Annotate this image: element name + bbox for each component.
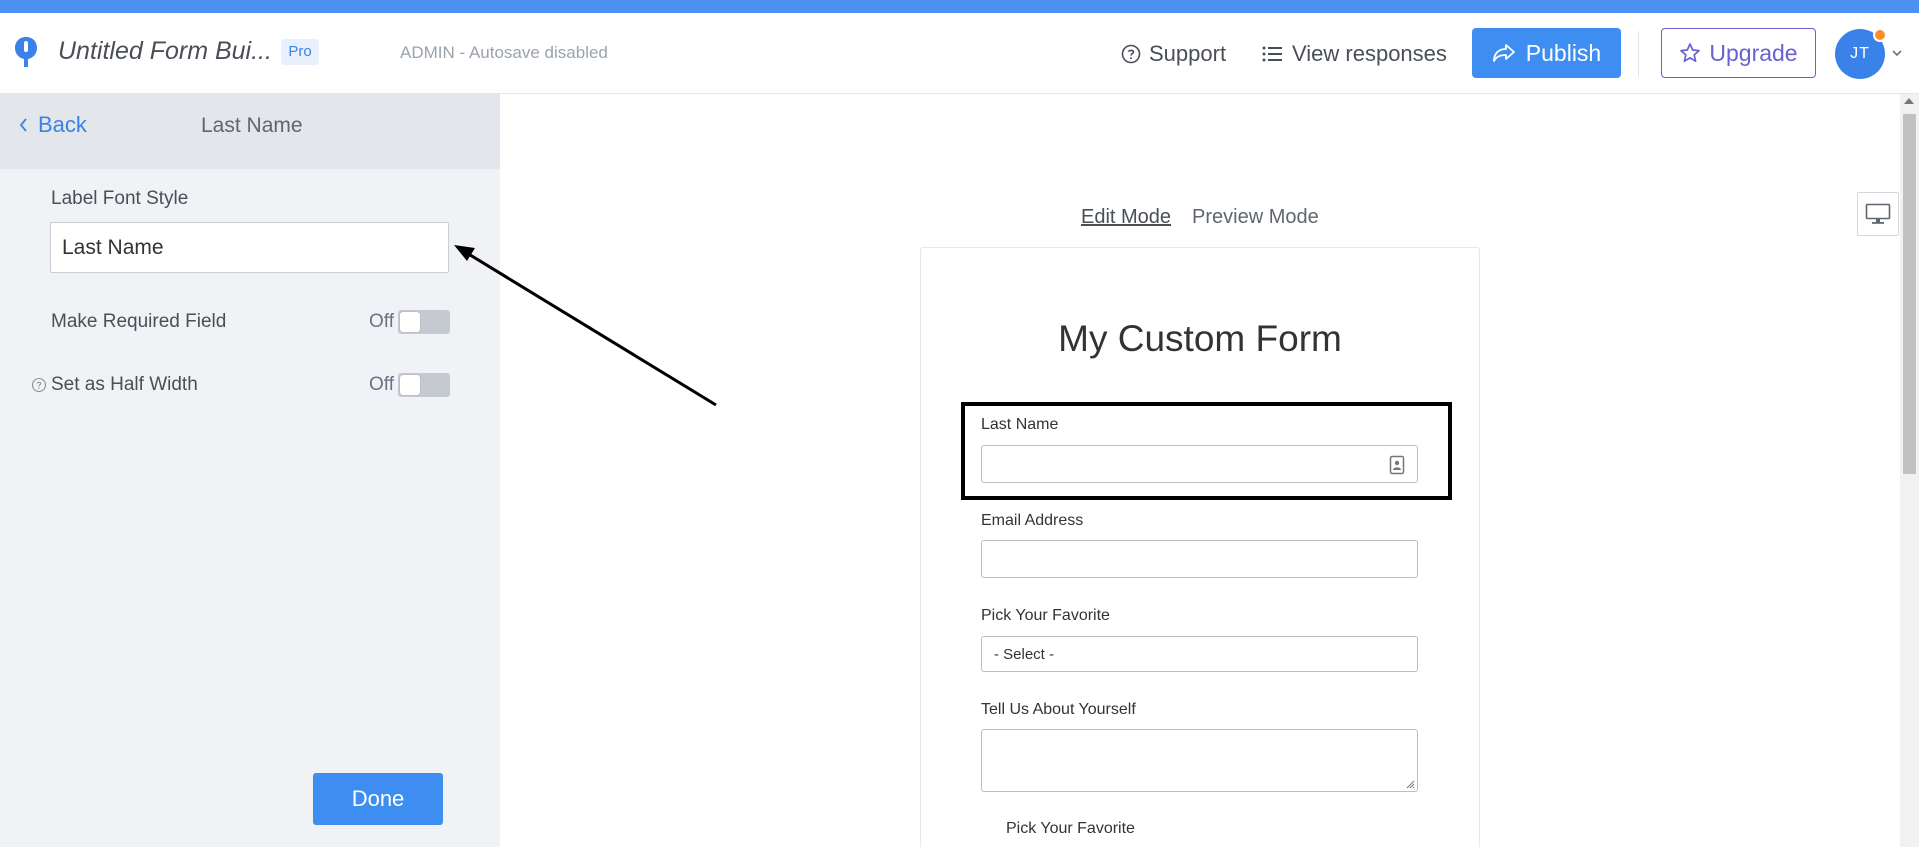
pro-badge: Pro <box>281 39 319 65</box>
required-field-label: Make Required Field <box>51 311 227 332</box>
panel-title: Last Name <box>201 114 303 137</box>
label-font-style-title: Label Font Style <box>51 188 189 209</box>
email-input[interactable] <box>981 540 1418 578</box>
publish-label: Publish <box>1525 39 1602 66</box>
app-logo-icon[interactable] <box>13 35 39 69</box>
form-heading[interactable]: My Custom Form <box>920 318 1480 360</box>
favorite-select[interactable]: - Select - <box>981 636 1418 672</box>
list-icon <box>1262 46 1282 62</box>
view-responses-label: View responses <box>1292 41 1447 66</box>
about-yourself-textarea[interactable] <box>981 729 1418 792</box>
field-label-pick-favorite[interactable]: Pick Your Favorite <box>981 607 1110 625</box>
field-label-input[interactable] <box>50 222 449 273</box>
autosave-status: ADMIN - Autosave disabled <box>400 43 608 62</box>
required-field-state: Off <box>369 311 394 332</box>
annotation-arrow-icon <box>454 245 717 407</box>
back-button[interactable]: Back <box>18 112 87 138</box>
desktop-preview-button[interactable] <box>1857 192 1899 236</box>
annotation-highlight-box <box>961 402 1452 500</box>
half-width-label: Set as Half Width <box>51 374 198 395</box>
support-link[interactable]: Support <box>1121 40 1226 68</box>
share-icon <box>1492 44 1515 62</box>
help-circle-icon[interactable] <box>31 377 47 393</box>
field-label-about-yourself[interactable]: Tell Us About Yourself <box>981 701 1136 719</box>
app-root: Untitled Form Bui... Pro ADMIN - Autosav… <box>0 0 1919 847</box>
top-accent-stripe <box>0 0 1919 13</box>
panel-header: Back Last Name <box>0 94 500 169</box>
notification-dot <box>1873 28 1887 42</box>
toggle-knob <box>400 312 420 332</box>
view-responses-link[interactable]: View responses <box>1262 40 1447 68</box>
canvas-scrollbar[interactable] <box>1900 94 1919 847</box>
support-label: Support <box>1149 41 1227 66</box>
app-header: Untitled Form Bui... Pro ADMIN - Autosav… <box>0 13 1919 94</box>
required-field-row: Make Required Field Off <box>0 307 500 337</box>
toggle-knob <box>400 375 420 395</box>
header-divider <box>1638 31 1639 77</box>
upgrade-label: Upgrade <box>1709 39 1798 66</box>
publish-button[interactable]: Publish <box>1472 28 1621 78</box>
preview-mode-tab[interactable]: Preview Mode <box>1192 206 1319 229</box>
scroll-up-arrow-icon[interactable] <box>1904 98 1914 104</box>
field-settings-panel: Back Last Name Label Font Style Make Req… <box>0 94 500 847</box>
help-circle-icon <box>1121 44 1141 64</box>
chevron-down-icon[interactable] <box>1890 46 1904 60</box>
half-width-state: Off <box>369 374 394 395</box>
field-label-pick-favorite-radio[interactable]: Pick Your Favorite <box>1006 820 1135 838</box>
back-label: Back <box>38 112 87 137</box>
edit-mode-tab[interactable]: Edit Mode <box>1081 206 1171 229</box>
scroll-thumb[interactable] <box>1903 114 1916 474</box>
done-button[interactable]: Done <box>313 773 443 825</box>
resize-grip-icon[interactable] <box>1405 779 1415 789</box>
field-label-email[interactable]: Email Address <box>981 512 1083 530</box>
form-title[interactable]: Untitled Form Bui... <box>58 37 272 66</box>
half-width-row: Set as Half Width Off <box>0 370 500 400</box>
star-icon <box>1680 43 1701 63</box>
chevron-left-icon <box>19 118 27 132</box>
upgrade-button[interactable]: Upgrade <box>1661 28 1816 78</box>
monitor-icon <box>1865 203 1891 224</box>
